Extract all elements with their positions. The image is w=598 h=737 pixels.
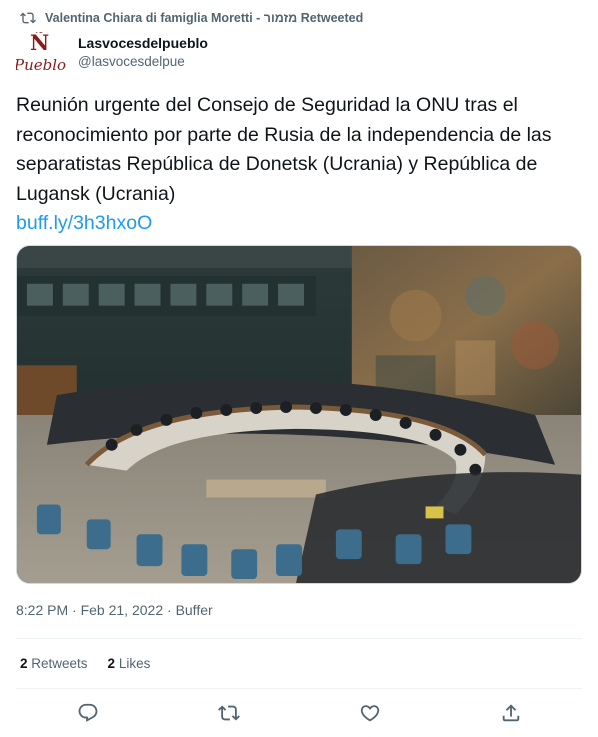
author-handle[interactable]: @lasvocesdelpue — [78, 52, 208, 71]
tweet-text: Reunión urgente del Consejo de Seguridad… — [16, 94, 552, 205]
retweet-button[interactable] — [218, 702, 240, 724]
tweet-body: Reunión urgente del Consejo de Seguridad… — [16, 91, 584, 239]
tweet-author: Ñ Pueblo Lasvocesdelpueblo @lasvocesdelp… — [16, 32, 208, 76]
tweet-metadata: 8:22 PM · Feb 21, 2022 · Buffer — [16, 602, 213, 618]
avatar-logo-letter: Ñ — [30, 32, 50, 55]
meta-separator: · — [68, 602, 81, 618]
divider — [16, 688, 582, 689]
un-security-council-chamber-image — [17, 246, 581, 583]
share-icon — [502, 704, 520, 722]
divider — [16, 638, 582, 639]
tweet-date[interactable]: Feb 21, 2022 — [81, 602, 164, 618]
tweet-photo[interactable] — [16, 245, 582, 584]
retweet-icon — [20, 10, 36, 26]
retweet-banner[interactable]: Valentina Chiara di famiglia Moretti - מ… — [20, 9, 363, 27]
retweet-icon — [218, 705, 240, 721]
share-button[interactable] — [500, 702, 522, 724]
avatar-logo-word: Pueblo — [16, 56, 66, 74]
retweets-label: Retweets — [27, 656, 88, 671]
avatar[interactable]: Ñ Pueblo — [16, 32, 66, 76]
tweet-time[interactable]: 8:22 PM — [16, 602, 68, 618]
like-icon — [360, 705, 380, 722]
likes-label: Likes — [115, 656, 151, 671]
retweet-banner-text: Valentina Chiara di famiglia Moretti - מ… — [45, 11, 364, 25]
retweets-stat[interactable]: 2 Retweets — [20, 656, 88, 671]
author-display-name[interactable]: Lasvocesdelpueblo — [78, 35, 208, 52]
tweet-source[interactable]: Buffer — [176, 602, 213, 618]
reply-button[interactable] — [77, 702, 99, 724]
tweet-link[interactable]: buff.ly/3h3hxoO — [16, 209, 584, 239]
engagement-stats: 2 Retweets 2 Likes — [20, 656, 170, 671]
like-button[interactable] — [359, 702, 381, 724]
tweet-actions — [0, 702, 598, 728]
likes-stat[interactable]: 2 Likes — [108, 656, 151, 671]
likes-count: 2 — [107, 656, 116, 671]
meta-separator: · — [163, 602, 176, 618]
retweets-count: 2 — [20, 656, 28, 671]
reply-icon — [78, 703, 98, 722]
